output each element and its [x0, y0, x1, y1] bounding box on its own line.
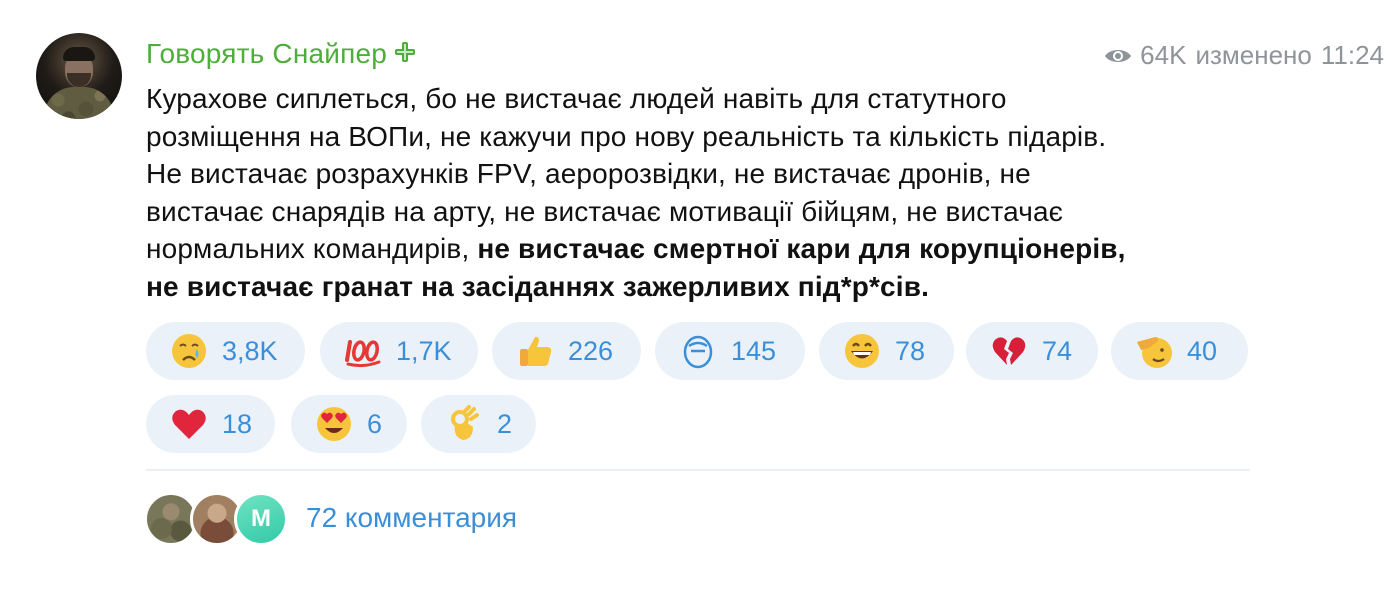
red-heart-icon — [172, 409, 206, 439]
reaction-count: 18 — [222, 408, 253, 439]
message-line: розміщення на ВОПи, не кажучи про нову р… — [146, 120, 1107, 152]
reaction-ok-hand[interactable]: 2 — [421, 395, 536, 453]
reaction-saluting-face[interactable]: 40 — [1111, 322, 1248, 380]
divider — [146, 469, 1250, 471]
views-count: 64K — [1140, 40, 1187, 70]
message-line: нормальних командирів, не вистачає смерт… — [146, 233, 1126, 265]
bold-text: не вистачає гранат на засіданнях зажерли… — [146, 270, 929, 302]
edited-label: изменено — [1195, 40, 1312, 70]
comments-count-label: 72 комментария — [306, 502, 518, 533]
green-plus-icon — [395, 42, 416, 62]
reaction-crying-face[interactable]: 3,8K — [146, 322, 305, 380]
custom-emoji-icon — [683, 335, 713, 369]
reaction-count: 6 — [367, 408, 383, 439]
broken-heart-icon — [992, 337, 1026, 365]
message-line: Курахове сиплеться, бо не вистачає людей… — [146, 83, 1007, 114]
message-text: Курахове сиплеться, бо не вистачає людей… — [146, 80, 1276, 306]
reaction-count: 78 — [895, 335, 926, 366]
reaction-count: 40 — [1187, 335, 1218, 366]
reaction-count: 2 — [497, 408, 513, 439]
saluting-face-icon — [1137, 337, 1172, 368]
reaction-broken-heart[interactable]: 74 — [966, 322, 1098, 380]
ok-hand-icon — [451, 405, 479, 440]
crying-face-icon — [172, 334, 206, 368]
comments-button[interactable]: M 72 комментария — [144, 492, 746, 548]
reaction-count: 3,8K — [222, 335, 278, 366]
message-line: не вистачає гранат на засіданнях зажерли… — [146, 268, 1276, 306]
reaction-count: 145 — [731, 335, 777, 366]
eye-icon — [1105, 49, 1132, 62]
reaction-count: 74 — [1042, 335, 1073, 366]
channel-name-label: Говорять Снайпер — [146, 38, 388, 69]
reaction-grinning-face[interactable]: 78 — [819, 322, 954, 380]
reaction-heart-eyes[interactable]: 6 — [291, 395, 407, 453]
reaction-hundred-points[interactable]: 1,7K — [320, 322, 478, 380]
post-meta: 64K изменено 11:24 — [1104, 40, 1384, 71]
grinning-face-icon — [845, 334, 879, 368]
reaction-red-heart[interactable]: 18 — [146, 395, 275, 453]
message-line: Не вистачає розрахунків FPV, аеророзвідк… — [146, 158, 1031, 190]
post-time: 11:24 — [1320, 40, 1384, 70]
post-header: Говорять Снайпер 64K изменено 11:24 — [146, 36, 1384, 76]
reaction-thumbs-up[interactable]: 226 — [492, 322, 641, 380]
message-line: вистачає снарядів на арту, не вистачає м… — [146, 195, 1064, 227]
bold-text: не вистачає смертної кари для корупціоне… — [477, 233, 1126, 265]
channel-name[interactable]: Говорять Снайпер — [146, 38, 416, 70]
reaction-unknown-custom[interactable]: 145 — [655, 322, 805, 380]
reaction-count: 226 — [568, 335, 614, 366]
channel-avatar[interactable] — [36, 33, 122, 119]
reaction-count: 1,7K — [396, 335, 452, 366]
commenter-avatar: M — [234, 492, 288, 546]
hundred-points-icon — [345, 340, 381, 368]
thumbs-up-icon — [520, 336, 552, 366]
heart-eyes-icon — [317, 407, 351, 441]
channel-post: Говорять Снайпер 64K изменено 11:24 Кура… — [0, 0, 1400, 603]
